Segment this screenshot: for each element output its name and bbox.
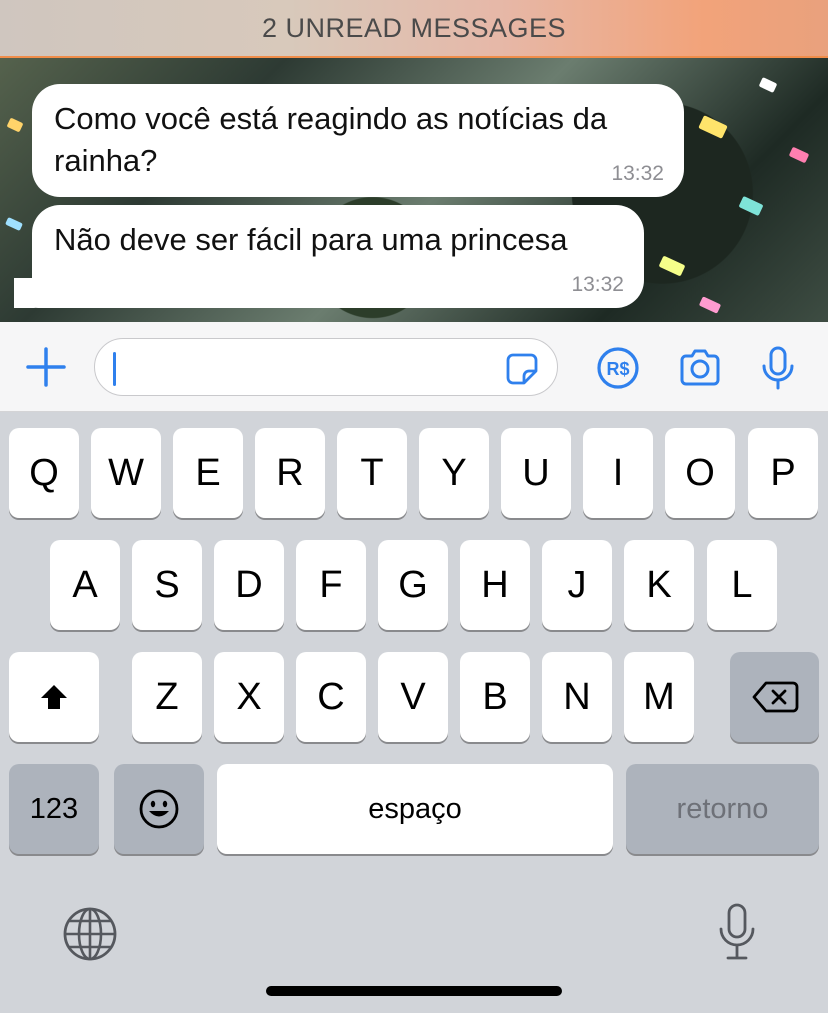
text-caret xyxy=(113,352,116,386)
globe-icon[interactable] xyxy=(62,906,118,962)
message-bubble[interactable]: Como você está reagindo as notícias da r… xyxy=(32,84,684,197)
key-o[interactable]: O xyxy=(665,428,735,518)
message-input[interactable] xyxy=(94,338,558,396)
background-confetti xyxy=(738,195,764,217)
space-key[interactable]: espaço xyxy=(217,764,613,854)
shift-icon xyxy=(41,685,67,709)
background-confetti xyxy=(758,77,778,93)
key-v[interactable]: V xyxy=(378,652,448,742)
key-i[interactable]: I xyxy=(583,428,653,518)
plus-icon[interactable] xyxy=(24,345,68,389)
key-c[interactable]: C xyxy=(296,652,366,742)
key-s[interactable]: S xyxy=(132,540,202,630)
svg-text:R$: R$ xyxy=(606,359,629,379)
message-text: Não deve ser fácil para uma princesa xyxy=(54,222,568,257)
return-key[interactable]: retorno xyxy=(626,764,819,854)
key-h[interactable]: H xyxy=(460,540,530,630)
shift-key[interactable] xyxy=(9,652,99,742)
backspace-key[interactable] xyxy=(730,652,819,742)
key-n[interactable]: N xyxy=(542,652,612,742)
key-u[interactable]: U xyxy=(501,428,571,518)
key-y[interactable]: Y xyxy=(419,428,489,518)
message-input-bar: R$ xyxy=(0,322,828,412)
background-confetti xyxy=(5,216,23,232)
message-time: 13:32 xyxy=(571,273,624,296)
key-g[interactable]: G xyxy=(378,540,448,630)
key-t[interactable]: T xyxy=(337,428,407,518)
key-j[interactable]: J xyxy=(542,540,612,630)
key-d[interactable]: D xyxy=(214,540,284,630)
background-confetti xyxy=(658,255,686,277)
key-p[interactable]: P xyxy=(748,428,818,518)
dictation-icon[interactable] xyxy=(716,902,758,962)
key-w[interactable]: W xyxy=(91,428,161,518)
sticker-icon[interactable] xyxy=(505,352,539,386)
microphone-icon[interactable] xyxy=(754,344,802,392)
key-e[interactable]: E xyxy=(173,428,243,518)
keyboard: Q W E R T Y U I O P A S D F G H J K L Z … xyxy=(0,412,828,1013)
unread-messages-banner: 2 UNREAD MESSAGES xyxy=(0,0,828,58)
unread-messages-label: 2 UNREAD MESSAGES xyxy=(261,12,567,43)
backspace-icon xyxy=(752,681,798,713)
key-m[interactable]: M xyxy=(624,652,694,742)
background-confetti xyxy=(698,115,728,139)
background-confetti xyxy=(788,146,810,164)
camera-icon[interactable] xyxy=(676,344,724,392)
message-text: Como você está reagindo as notícias da r… xyxy=(54,101,608,178)
key-r[interactable]: R xyxy=(255,428,325,518)
background-confetti xyxy=(6,117,24,133)
key-l[interactable]: L xyxy=(707,540,777,630)
key-x[interactable]: X xyxy=(214,652,284,742)
key-f[interactable]: F xyxy=(296,540,366,630)
payment-icon[interactable]: R$ xyxy=(594,344,642,392)
background-confetti xyxy=(698,296,722,314)
numbers-key[interactable]: 123 xyxy=(9,764,99,854)
message-bubble[interactable]: Não deve ser fácil para uma princesa 13:… xyxy=(32,205,644,308)
chat-area: 2 UNREAD MESSAGES Como você está reagind… xyxy=(0,0,828,322)
home-indicator[interactable] xyxy=(266,986,562,996)
emoji-icon xyxy=(139,789,179,829)
key-b[interactable]: B xyxy=(460,652,530,742)
key-z[interactable]: Z xyxy=(132,652,202,742)
key-k[interactable]: K xyxy=(624,540,694,630)
key-a[interactable]: A xyxy=(50,540,120,630)
message-time: 13:32 xyxy=(611,162,664,185)
emoji-key[interactable] xyxy=(114,764,204,854)
key-q[interactable]: Q xyxy=(9,428,79,518)
